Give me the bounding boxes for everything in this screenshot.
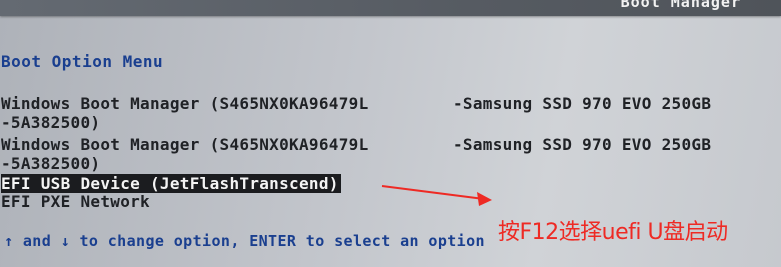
boot-option-label: Windows Boot Manager (S465NX0KA96479L xyxy=(1,135,369,154)
boot-option-efi-usb-device[interactable]: EFI USB Device (JetFlashTranscend) xyxy=(1,174,341,193)
boot-option-label: EFI PXE Network xyxy=(1,192,150,211)
boot-option-efi-pxe-network[interactable]: EFI PXE Network xyxy=(1,192,150,211)
boot-option-windows-boot-manager-1[interactable]: Windows Boot Manager (S465NX0KA96479L -S… xyxy=(1,94,711,132)
red-arrow-icon xyxy=(381,185,492,206)
menu-title: Boot Option Menu xyxy=(1,52,164,71)
boot-option-continuation: -5A382500) xyxy=(1,113,101,132)
header-bar: Boot Manager xyxy=(0,0,781,16)
boot-option-label: Windows Boot Manager (S465NX0KA96479L xyxy=(1,94,369,113)
boot-option-label: EFI USB Device (JetFlashTranscend) xyxy=(1,174,341,193)
boot-option-model: -Samsung SSD 970 EVO 250GB xyxy=(453,135,712,154)
annotation-text: 按F12选择uefi U盘启动 xyxy=(498,220,728,245)
boot-option-model: -Samsung SSD 970 EVO 250GB xyxy=(453,94,712,113)
navigation-help-text: ↑ and ↓ to change option, ENTER to selec… xyxy=(4,232,485,250)
boot-manager-screen: Boot Manager Boot Option Menu Windows Bo… xyxy=(0,0,781,267)
boot-option-continuation: -5A382500) xyxy=(1,154,101,173)
boot-option-windows-boot-manager-2[interactable]: Windows Boot Manager (S465NX0KA96479L -S… xyxy=(1,135,711,173)
header-title: Boot Manager xyxy=(620,0,741,11)
